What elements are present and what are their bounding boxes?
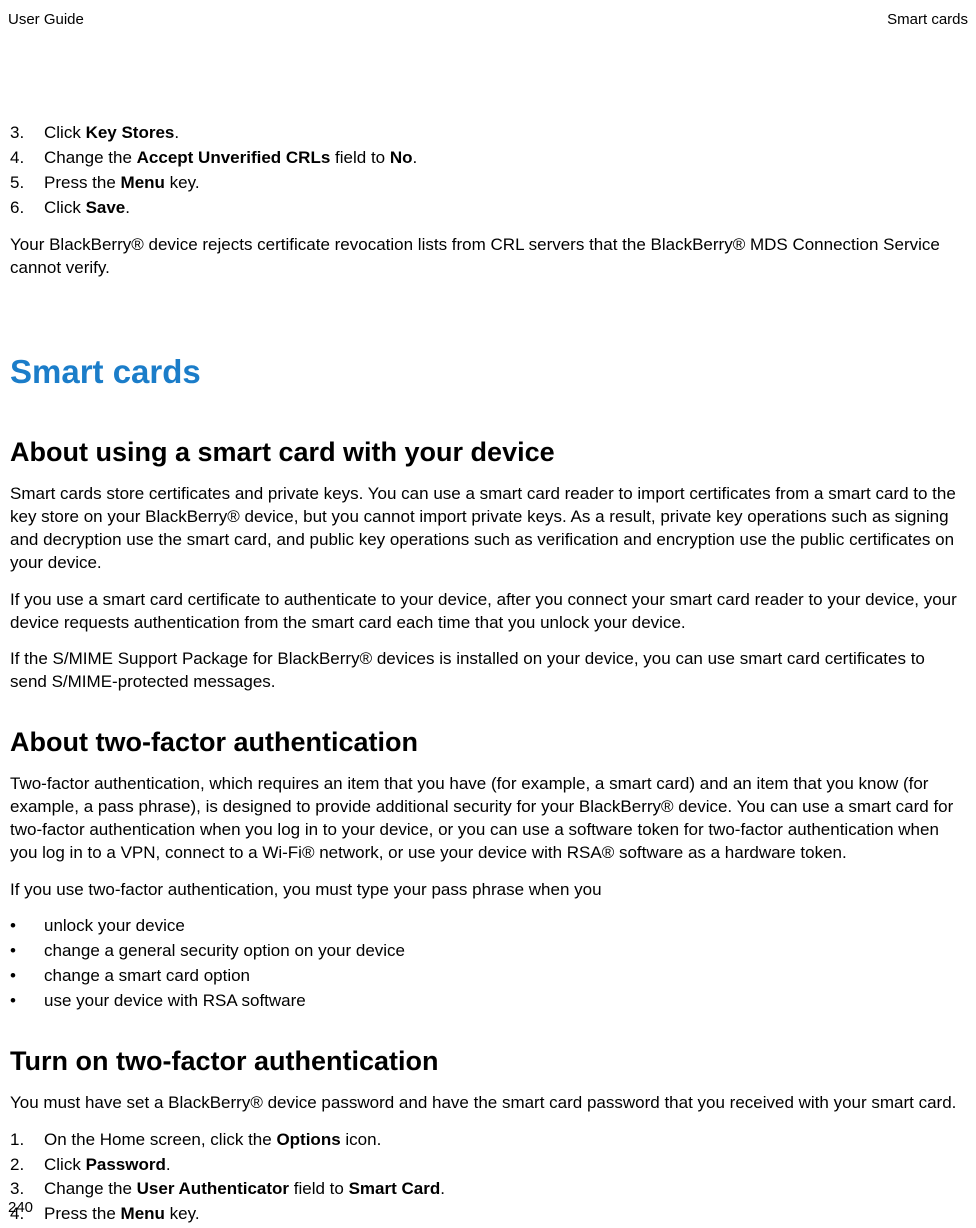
list-item: 5.Press the Menu key. [10,172,966,195]
list-item: 6.Click Save. [10,197,966,220]
paragraph: If you use two-factor authentication, yo… [10,879,966,902]
step-text: Click Password. [44,1154,171,1177]
step-text: Click Save. [44,197,130,220]
paragraph: If the S/MIME Support Package for BlackB… [10,648,966,694]
subsection-about-two-factor: About two-factor authentication [10,724,966,760]
section-title-smart-cards: Smart cards [10,350,966,395]
step-number: 5. [10,172,44,195]
step-number: 1. [10,1129,44,1152]
step-text: On the Home screen, click the Options ic… [44,1129,381,1152]
bullet-icon: • [10,915,44,938]
list-item: 2.Click Password. [10,1154,966,1177]
list-item: 4.Change the Accept Unverified CRLs fiel… [10,147,966,170]
step-number: 4. [10,147,44,170]
list-item: •use your device with RSA software [10,990,966,1013]
top-note: Your BlackBerry® device rejects certific… [10,234,966,280]
page-header: User Guide Smart cards [8,10,968,30]
list-item: •change a smart card option [10,965,966,988]
page-content: 3.Click Key Stores. 4.Change the Accept … [8,122,968,1226]
bullet-text: change a general security option on your… [44,940,405,963]
step-number: 2. [10,1154,44,1177]
bullet-text: use your device with RSA software [44,990,306,1013]
step-number: 3. [10,122,44,145]
list-item: 1.On the Home screen, click the Options … [10,1129,966,1152]
header-right: Smart cards [887,10,968,30]
header-left: User Guide [8,10,84,30]
bullet-text: unlock your device [44,915,185,938]
step-text: Press the Menu key. [44,1203,200,1226]
paragraph: Smart cards store certificates and priva… [10,483,966,575]
paragraph: Two-factor authentication, which require… [10,773,966,865]
top-steps-list: 3.Click Key Stores. 4.Change the Accept … [10,122,966,220]
list-item: •change a general security option on you… [10,940,966,963]
bullet-icon: • [10,990,44,1013]
step-number: 6. [10,197,44,220]
bullet-icon: • [10,940,44,963]
bullet-list: •unlock your device •change a general se… [10,915,966,1013]
subsection-about-smart-card: About using a smart card with your devic… [10,434,966,470]
turn-on-steps-list: 1.On the Home screen, click the Options … [10,1129,966,1227]
step-text: Change the User Authenticator field to S… [44,1178,445,1201]
bullet-icon: • [10,965,44,988]
list-item: •unlock your device [10,915,966,938]
page-number: 240 [8,1198,33,1218]
list-item: 3.Change the User Authenticator field to… [10,1178,966,1201]
list-item: 3.Click Key Stores. [10,122,966,145]
step-text: Change the Accept Unverified CRLs field … [44,147,417,170]
subsection-turn-on-two-factor: Turn on two-factor authentication [10,1043,966,1079]
paragraph: You must have set a BlackBerry® device p… [10,1092,966,1115]
step-text: Click Key Stores. [44,122,179,145]
step-text: Press the Menu key. [44,172,200,195]
paragraph: If you use a smart card certificate to a… [10,589,966,635]
list-item: 4.Press the Menu key. [10,1203,966,1226]
bullet-text: change a smart card option [44,965,250,988]
